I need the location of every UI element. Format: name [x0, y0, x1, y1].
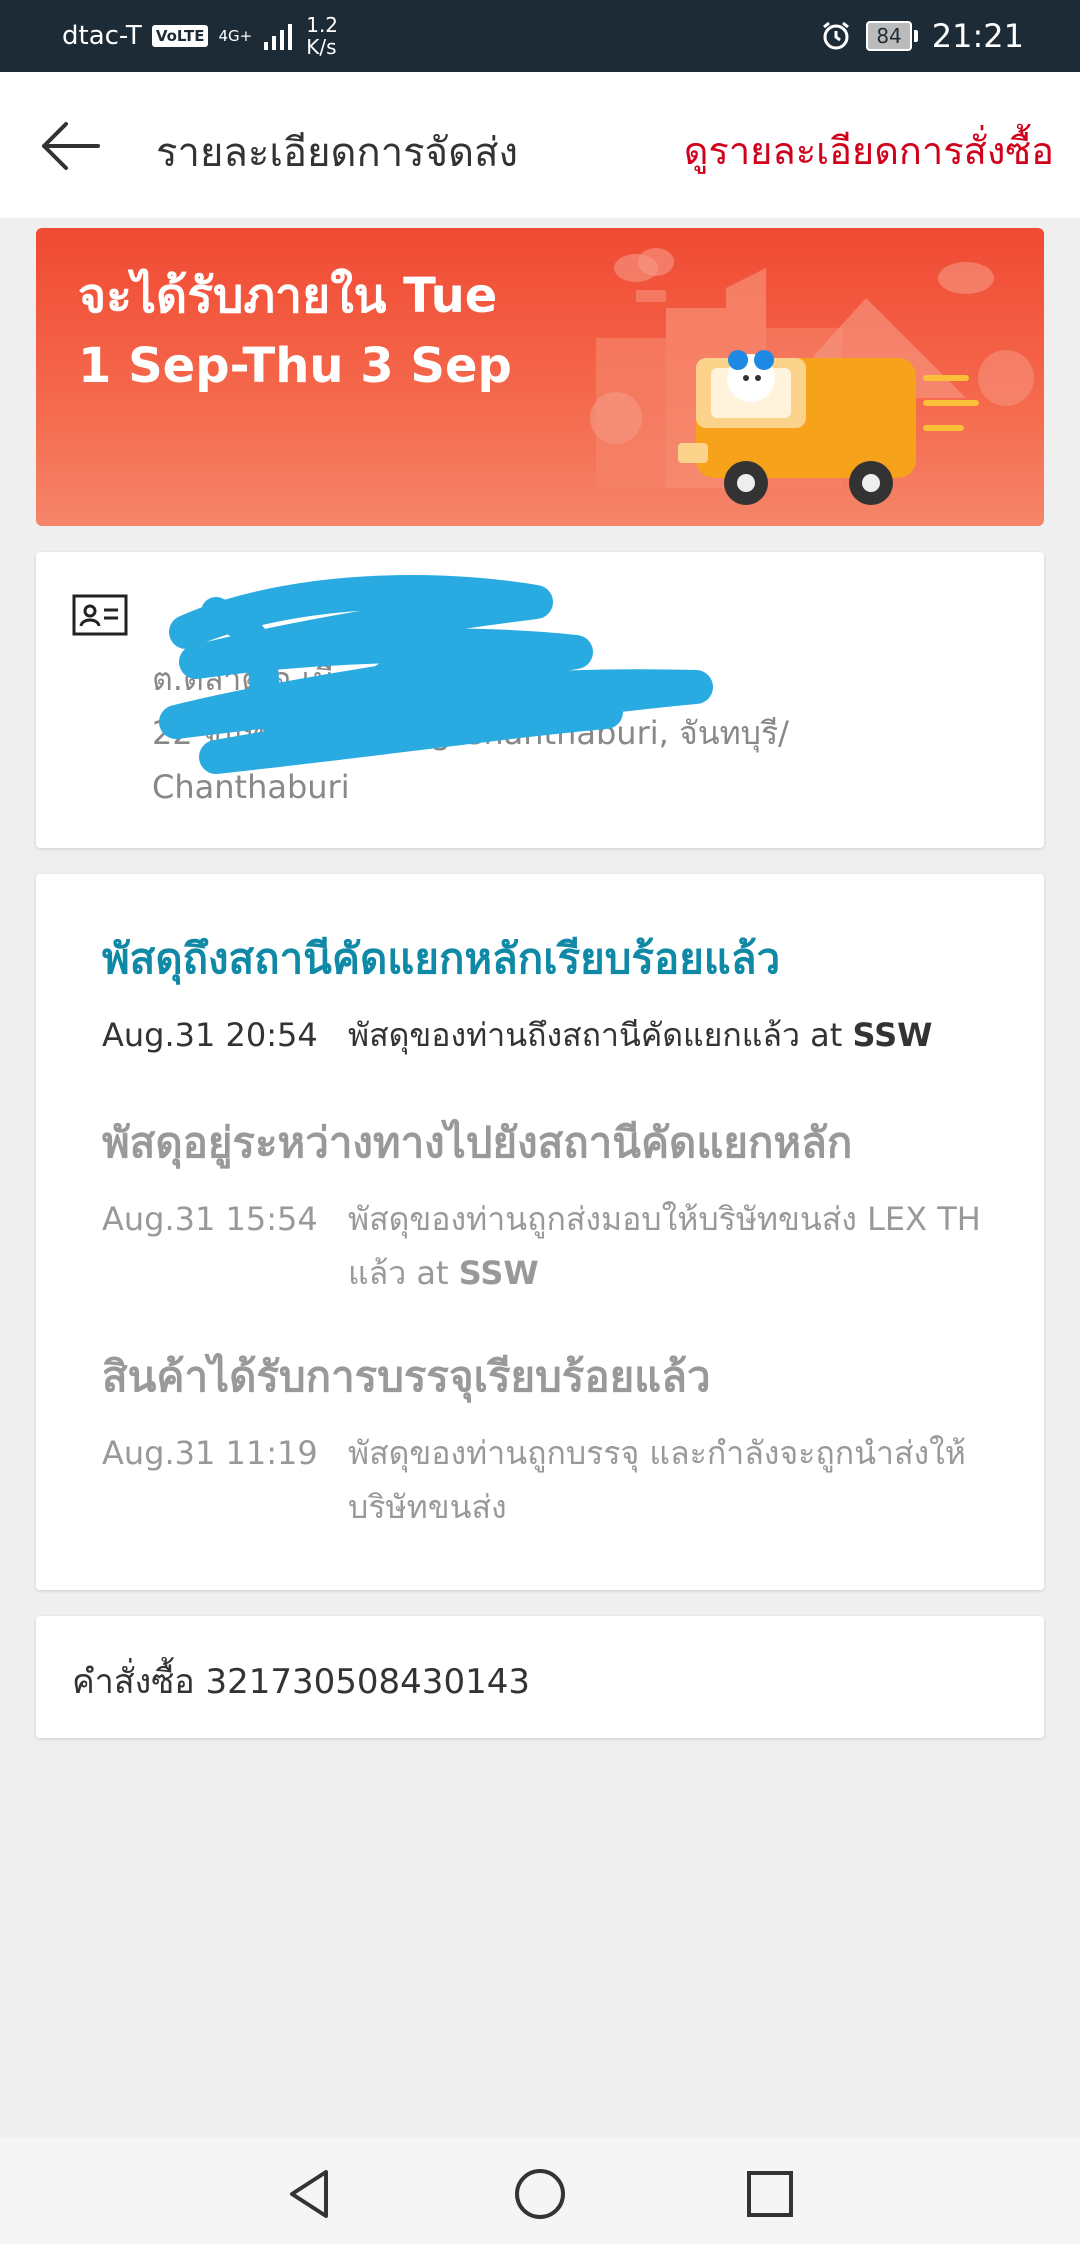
square-recent-icon[interactable]: [740, 2164, 800, 2224]
speed-value: 1.2: [306, 13, 339, 37]
shipping-address-card: ต.ตลาด อ.เมือง จันทบุรี, 22 จันทบุรี/ Mu…: [36, 552, 1044, 848]
circle-home-icon[interactable]: [510, 2164, 570, 2224]
system-navigation-bar: [0, 2138, 1080, 2244]
order-number-card[interactable]: คำสั่งซื้อ 321730508430143: [36, 1616, 1044, 1738]
tracking-desc-text: พัสดุของท่านถูกบรรจุ และกำลังจะถูกนำส่งใ…: [348, 1434, 966, 1526]
status-left: dtac-T VoLTE 4G+ 1.2 K/s: [62, 0, 338, 72]
tracking-date: Aug.31 20:54: [102, 1016, 318, 1054]
tracking-description: พัสดุของท่านถูกส่งมอบให้บริษัทขนส่ง LEX …: [348, 1192, 988, 1300]
battery-indicator: 84: [866, 21, 918, 51]
page-title: รายละเอียดการจัดส่ง: [156, 130, 519, 176]
carrier-label: dtac-T: [62, 21, 142, 51]
view-order-details-link[interactable]: ดูรายละเอียดการสั่งซื้อ: [684, 120, 1054, 181]
arrow-left-icon[interactable]: [38, 116, 102, 176]
volte-badge: VoLTE: [151, 25, 209, 47]
clock: 21:21: [931, 17, 1024, 55]
tracking-description: พัสดุของท่านถูกบรรจุ และกำลังจะถูกนำส่งใ…: [348, 1426, 988, 1534]
tracking-status-heading: พัสดุอยู่ระหว่างทางไปยังสถานีคัดแยกหลัก: [102, 1118, 853, 1167]
tracking-desc-text: พัสดุของท่านถึงสถานีคัดแยกแล้ว at: [348, 1016, 843, 1054]
tracking-timeline-card: พัสดุถึงสถานีคัดแยกหลักเรียบร้อยแล้ว Aug…: [36, 874, 1044, 1590]
contact-card-icon: [72, 594, 128, 636]
order-number: คำสั่งซื้อ 321730508430143: [72, 1662, 530, 1702]
triangle-back-icon[interactable]: [280, 2164, 340, 2224]
tracking-hub: SSW: [458, 1254, 539, 1292]
battery-level: 84: [866, 21, 912, 51]
tracking-date: Aug.31 15:54: [102, 1200, 318, 1238]
network-speed: 1.2 K/s: [306, 14, 338, 58]
status-right: 84 21:21: [820, 0, 1024, 72]
app-bar: รายละเอียดการจัดส่ง ดูรายละเอียดการสั่งซ…: [0, 72, 1080, 218]
tracking-desc-text: พัสดุของท่านถูกส่งมอบให้บริษัทขนส่ง LEX …: [348, 1200, 981, 1292]
alarm-icon: [823, 21, 850, 50]
tracking-status-heading: สินค้าได้รับการบรรจุเรียบร้อยแล้ว: [102, 1352, 711, 1401]
tracking-description: พัสดุของท่านถึงสถานีคัดแยกแล้ว at SSW: [348, 1008, 988, 1062]
speed-unit: K/s: [306, 35, 337, 59]
tracking-status-heading: พัสดุถึงสถานีคัดแยกหลักเรียบร้อยแล้ว: [102, 934, 781, 983]
network-type: 4G+: [218, 27, 253, 45]
delivery-truck-illustration: [590, 248, 1034, 505]
tracking-hub: SSW: [852, 1016, 933, 1054]
signal-icon: [264, 24, 293, 50]
delivery-estimate-line2: 1 Sep-Thu 3 Sep: [78, 338, 512, 394]
status-bar: dtac-T VoLTE 4G+ 1.2 K/s 84 21:21: [0, 0, 1080, 72]
redaction-scribble: [159, 575, 713, 774]
delivery-estimate-line1: จะได้รับภายใน Tue: [78, 268, 498, 324]
tracking-date: Aug.31 11:19: [102, 1434, 318, 1472]
delivery-estimate-banner: จะได้รับภายใน Tue 1 Sep-Thu 3 Sep: [36, 228, 1044, 526]
